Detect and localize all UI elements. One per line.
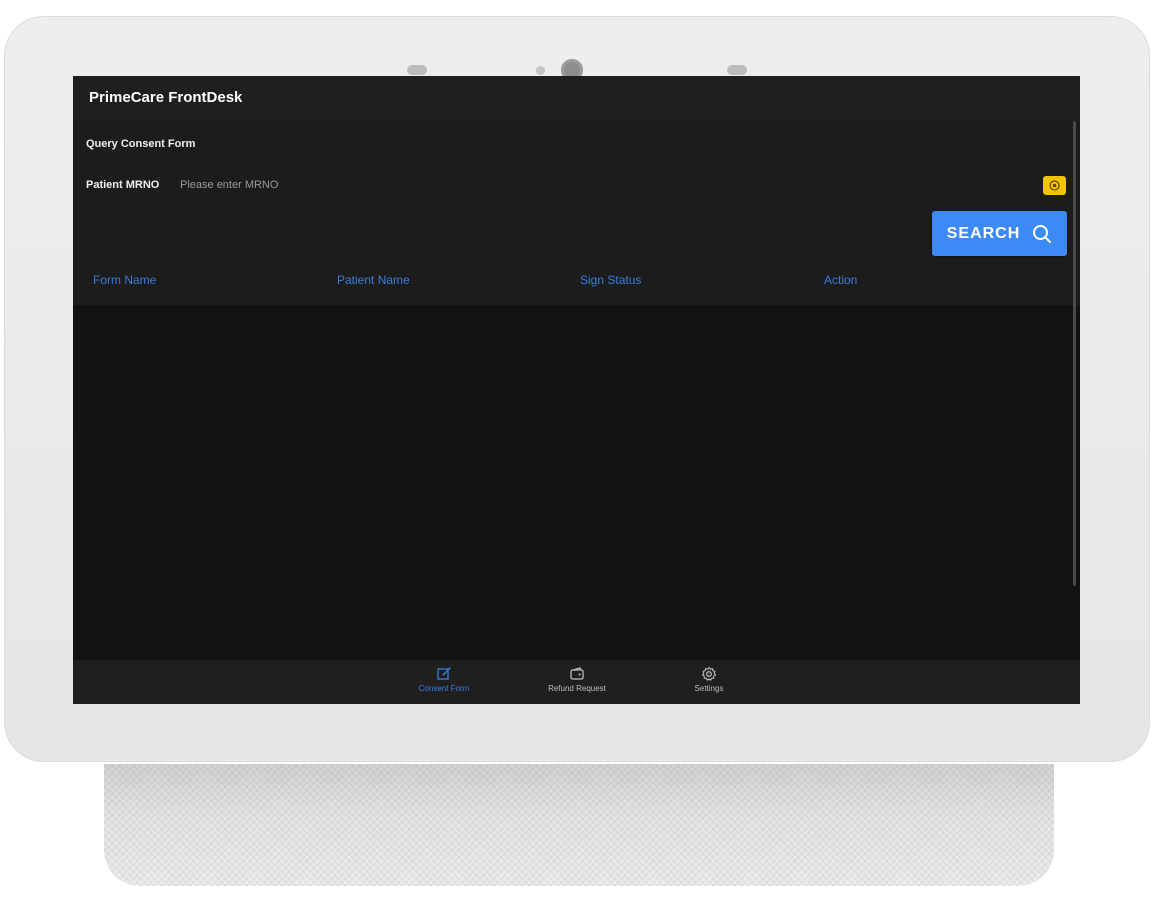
table-header: Form Name Patient Name Sign Status Actio… — [73, 261, 1080, 305]
scrollbar[interactable] — [1073, 121, 1076, 586]
scan-button[interactable] — [1043, 176, 1066, 195]
wallet-icon — [570, 667, 584, 680]
scan-icon — [1049, 180, 1060, 191]
nav-item-settings[interactable]: Settings — [654, 666, 764, 700]
device-screen: PrimeCare FrontDesk Query Consent Form P… — [73, 76, 1080, 704]
mrno-input[interactable] — [176, 173, 784, 197]
nav-item-consent-form[interactable]: Consent Form — [389, 666, 499, 700]
query-form-panel: Query Consent Form Patient MRNO SEARCH F… — [73, 121, 1080, 305]
section-title: Query Consent Form — [86, 138, 196, 150]
column-header-patient-name: Patient Name — [337, 273, 410, 287]
edit-icon — [437, 667, 451, 680]
nav-item-refund-request[interactable]: Refund Request — [522, 666, 632, 700]
light-sensor — [407, 65, 427, 75]
nav-item-label: Settings — [694, 684, 724, 693]
light-sensor — [727, 65, 747, 75]
search-button[interactable]: SEARCH — [932, 211, 1067, 256]
search-button-label: SEARCH — [946, 224, 1021, 242]
mrno-label: Patient MRNO — [86, 179, 160, 191]
column-header-form-name: Form Name — [93, 273, 157, 287]
search-icon — [1033, 224, 1052, 243]
smart-display-frame: PrimeCare FrontDesk Query Consent Form P… — [4, 16, 1150, 762]
nav-item-label: Refund Request — [548, 684, 606, 693]
speaker-base — [104, 764, 1054, 886]
app-title: PrimeCare FrontDesk — [89, 89, 243, 106]
bottom-navigation: Consent Form Refund Request Settings — [73, 660, 1080, 704]
nav-item-label: Consent Form — [418, 684, 470, 693]
column-header-action: Action — [824, 273, 858, 287]
microphone-indicator — [536, 66, 545, 75]
app-bar: PrimeCare FrontDesk — [73, 76, 1080, 121]
gear-icon — [701, 666, 717, 681]
column-header-sign-status: Sign Status — [580, 273, 642, 287]
